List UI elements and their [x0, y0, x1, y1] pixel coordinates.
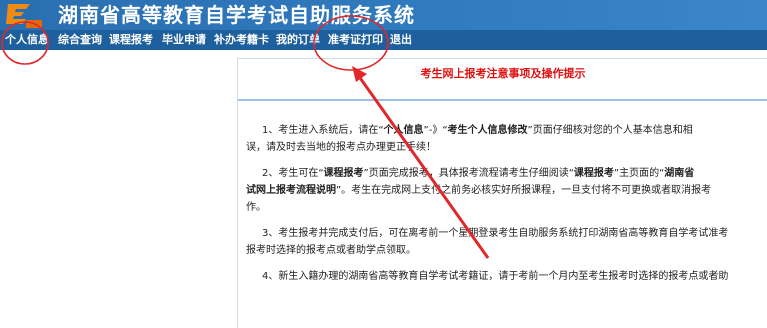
main-nav: 个人信息 综合查询 课程报考 毕业申请 补办考籍卡 我的订单 准考证打印 退出 [0, 30, 767, 50]
nav-item-reissue-card[interactable]: 补办考籍卡 [214, 30, 269, 50]
nav-item-logout[interactable]: 退出 [390, 30, 412, 50]
notice-item-3-line-2: 报考时选择的报考点或者助学点领取。 [246, 245, 416, 256]
nav-item-graduation-application[interactable]: 毕业申请 [162, 30, 206, 50]
title-divider [238, 99, 767, 101]
notice-title: 考生网上报考注意事项及操作提示 [420, 67, 586, 80]
notice-item-2-line-3: 作。 [246, 202, 266, 213]
notice-item-4-line-1: 4、新生入籍办理的湖南省高等教育自学考试考籍证，请于考前一个月内至考生报考时选择… [262, 271, 729, 282]
logo-icon [6, 4, 42, 28]
nav-item-course-registration[interactable]: 课程报考 [109, 30, 153, 50]
notice-panel: 考生网上报考注意事项及操作提示 1、考生进入系统后，请在“个人信息”-》“考生个… [237, 58, 767, 328]
nav-item-my-orders[interactable]: 我的订单 [276, 30, 320, 50]
header-banner: 湖南省高等教育自学考试自助服务系统 [0, 0, 767, 30]
site-title: 湖南省高等教育自学考试自助服务系统 [58, 3, 415, 27]
notice-item-2-line-1: 2、考生可在“课程报考”页面完成报考，具体报考流程请考生仔细阅读“课程报考”主页… [262, 168, 695, 179]
nav-item-admission-ticket-print[interactable]: 准考证打印 [328, 30, 383, 50]
nav-item-personal-info[interactable]: 个人信息 [5, 30, 49, 50]
notice-item-3-line-1: 3、考生报考并完成支付后，可在离考前一个星期登录考生自助服务系统打印湖南省高等教… [262, 228, 729, 239]
notice-item-2-line-2: 试网上报考流程说明”。考生在完成网上支付之前务必核实好所报课程，一旦支付将不可更… [246, 185, 712, 196]
nav-item-general-query[interactable]: 综合查询 [58, 30, 102, 50]
notice-item-1-line-2: 误，请及时去当地的报考点办理更正手续！ [246, 142, 436, 153]
notice-item-1-line-1: 1、考生进入系统后，请在“个人信息”-》“考生个人信息修改”页面仔细核对您的个人… [262, 125, 693, 136]
